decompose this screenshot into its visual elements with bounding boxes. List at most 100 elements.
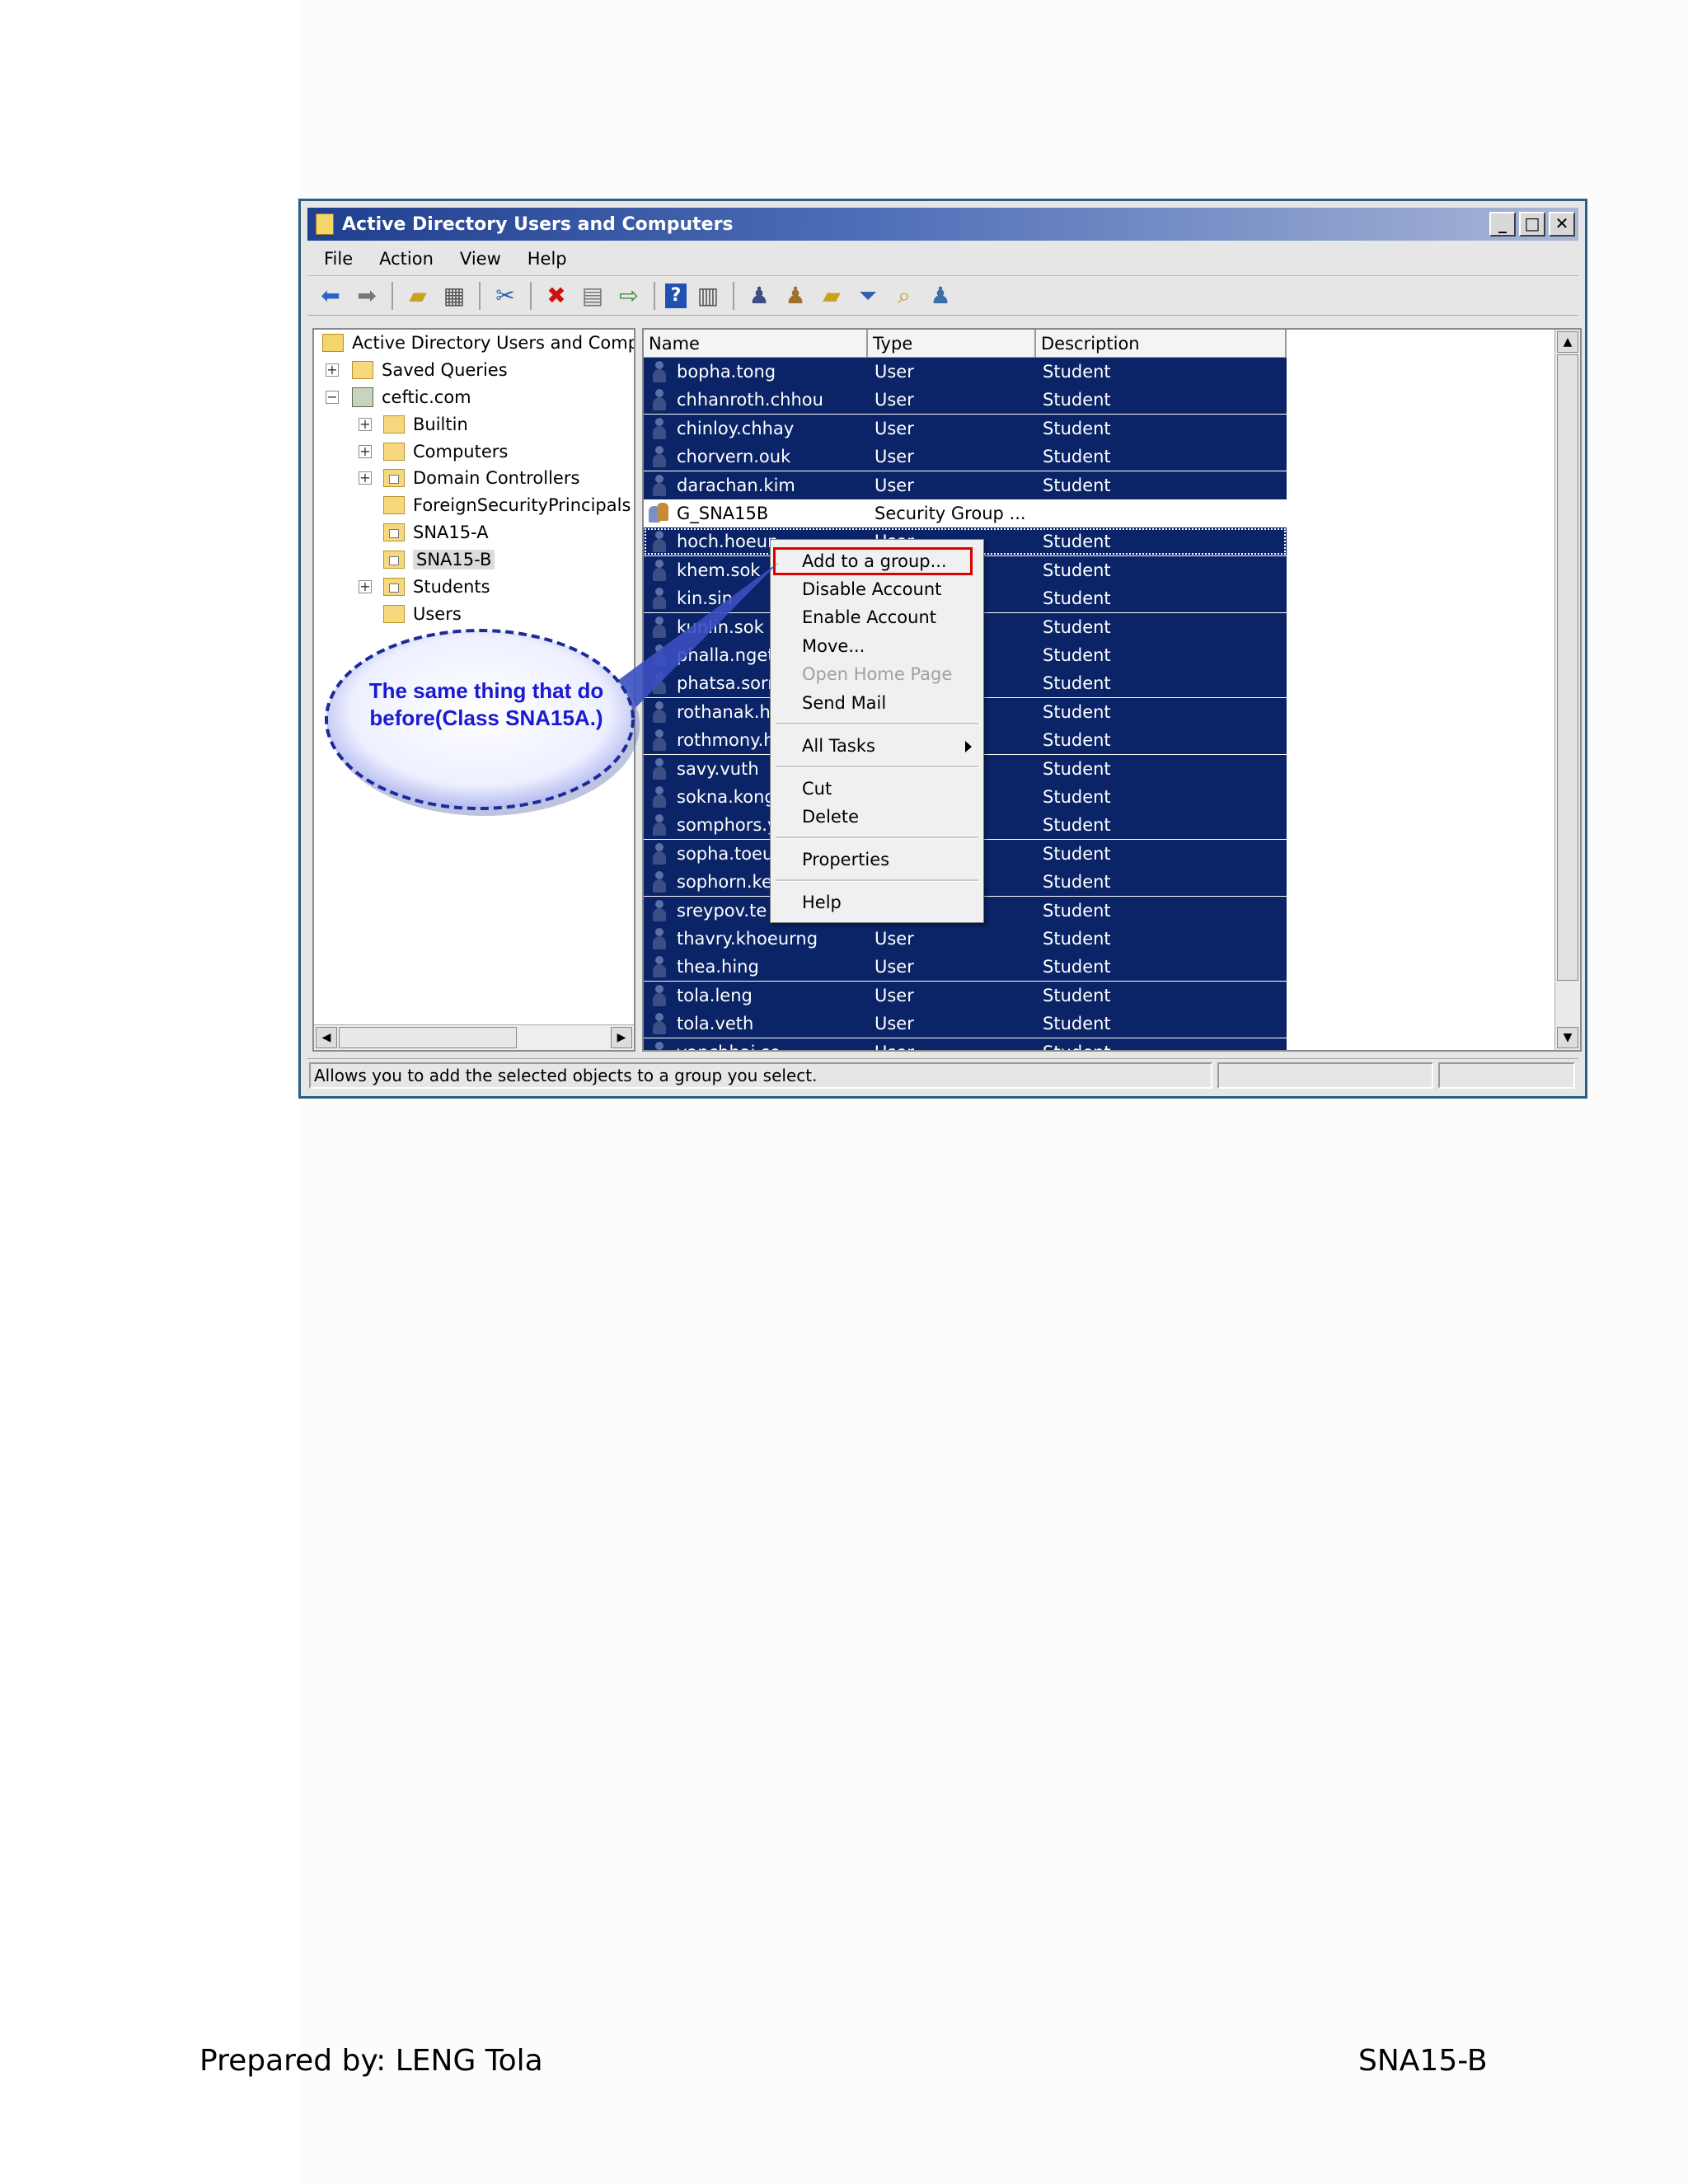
delete-icon[interactable]: ✖ <box>542 281 571 311</box>
menu-item-cut[interactable]: Cut <box>771 776 983 802</box>
scroll-thumb[interactable] <box>339 1027 517 1048</box>
list-row-user[interactable]: chhanroth.chhou User Student <box>644 386 1287 415</box>
maximize-button[interactable]: □ <box>1519 212 1545 237</box>
menu-item-disable-account[interactable]: Disable Account <box>771 576 983 602</box>
user-icon <box>652 417 667 439</box>
new-group-icon[interactable]: ♟ <box>781 281 810 311</box>
column-header-type[interactable]: Type <box>868 330 1036 358</box>
user-icon <box>652 928 667 949</box>
tree-item-label: Computers <box>413 442 509 462</box>
folder-icon <box>383 415 405 434</box>
column-header-description[interactable]: Description <box>1036 330 1287 358</box>
scroll-down-icon[interactable]: ▼ <box>1557 1027 1578 1048</box>
cut-icon[interactable]: ✂ <box>490 281 520 311</box>
list-row-user[interactable]: thea.hing User Student <box>644 953 1287 982</box>
scroll-thumb[interactable] <box>1557 354 1578 981</box>
tree-horizontal-scrollbar[interactable]: ◀ ▶ <box>314 1024 634 1050</box>
footer-prepared-by: Prepared by: LENG Tola <box>199 2044 543 2078</box>
title-bar[interactable]: Active Directory Users and Computers _ □… <box>307 208 1578 241</box>
menu-separator <box>776 766 978 768</box>
tree-root[interactable]: Active Directory Users and Comput <box>322 330 635 356</box>
close-button[interactable]: ✕ <box>1549 212 1575 237</box>
back-arrow-icon[interactable]: ⬅ <box>316 281 345 311</box>
menu-item-delete[interactable]: Delete <box>771 804 983 830</box>
tree-item-foreign-security-principals[interactable]: ForeignSecurityPrincipals <box>383 492 631 518</box>
menu-item-label: All Tasks <box>802 736 875 756</box>
list-row-user[interactable]: chorvern.ouk User Student <box>644 443 1287 471</box>
menu-item-move[interactable]: Move... <box>771 633 983 659</box>
new-ou-icon[interactable]: ▰ <box>817 281 846 311</box>
menu-view[interactable]: View <box>460 249 501 269</box>
toolbar-separator <box>530 282 532 310</box>
cell-name: G_SNA15B <box>677 504 769 523</box>
folder-icon <box>352 361 373 379</box>
expand-icon[interactable]: + <box>359 471 372 485</box>
menu-item-enable-account[interactable]: Enable Account <box>771 604 983 630</box>
menu-item-help[interactable]: Help <box>771 889 983 916</box>
list-row-user[interactable]: vanchhai.so User Student <box>644 1038 1287 1050</box>
new-user-icon[interactable]: ♟ <box>744 281 774 311</box>
scroll-left-icon[interactable]: ◀ <box>316 1027 337 1048</box>
filter-icon[interactable]: ⏷ <box>853 281 883 311</box>
list-row-user[interactable]: darachan.kim User Student <box>644 471 1287 499</box>
cell-description: Student <box>1043 900 1111 921</box>
export-list-icon[interactable]: ⇨ <box>614 281 644 311</box>
cell-name: vanchhai.so <box>677 1038 866 1050</box>
expand-icon[interactable]: + <box>359 445 372 458</box>
tree-item-sna15-a[interactable]: SNA15-A <box>383 519 489 546</box>
tree-item-domain[interactable]: ceftic.com <box>352 384 471 410</box>
user-icon <box>652 446 667 468</box>
expand-icon[interactable]: + <box>359 418 372 431</box>
list-row-user[interactable]: tola.veth User Student <box>644 1010 1287 1038</box>
menu-help[interactable]: Help <box>528 249 567 269</box>
list-row-user[interactable]: bopha.tong User Student <box>644 358 1287 386</box>
list-vertical-scrollbar[interactable]: ▲ ▼ <box>1554 330 1580 1050</box>
tree-item-label: ceftic.com <box>382 387 471 407</box>
minimize-button[interactable]: _ <box>1489 212 1516 237</box>
tree-item-builtin[interactable]: Builtin <box>383 411 468 438</box>
menu-item-all-tasks[interactable]: All Tasks <box>771 733 983 759</box>
tree-item-domain-controllers[interactable]: Domain Controllers <box>383 465 579 491</box>
menu-file[interactable]: File <box>324 249 353 269</box>
expand-icon[interactable]: + <box>326 363 339 377</box>
list-row-user[interactable]: thavry.khoeurng User Student <box>644 925 1287 953</box>
column-header-name[interactable]: Name <box>644 330 868 358</box>
menu-separator <box>776 723 978 725</box>
list-row-user[interactable]: tola.leng User Student <box>644 981 1287 1010</box>
properties-icon[interactable]: ▤ <box>578 281 607 311</box>
find-icon[interactable]: ⌕ <box>889 281 919 311</box>
cell-description: Student <box>1043 985 1111 1005</box>
menu-item-add-to-group[interactable]: Add to a group... <box>773 547 973 575</box>
menu-item-send-mail[interactable]: Send Mail <box>771 690 983 716</box>
menu-action[interactable]: Action <box>379 249 434 269</box>
cell-name: darachan.kim <box>677 475 795 495</box>
forward-arrow-icon[interactable]: ➡ <box>352 281 382 311</box>
tree-root-label: Active Directory Users and Comput <box>352 333 635 353</box>
menu-separator <box>776 879 978 882</box>
user-icon <box>652 531 667 553</box>
menu-item-properties[interactable]: Properties <box>771 846 983 873</box>
cell-description: Student <box>1043 787 1111 807</box>
help-icon[interactable]: ? <box>665 284 687 308</box>
cell-type: User <box>874 1014 914 1034</box>
show-hide-action-pane-icon[interactable]: ▥ <box>693 281 723 311</box>
collapse-icon[interactable]: − <box>326 391 339 404</box>
scroll-right-icon[interactable]: ▶ <box>611 1027 632 1048</box>
submenu-arrow-icon <box>965 741 972 752</box>
cell-type: User <box>874 362 914 382</box>
group-icon <box>649 503 670 524</box>
up-folder-icon[interactable]: ▰ <box>403 281 433 311</box>
show-console-tree-icon[interactable]: ▦ <box>439 281 469 311</box>
cell-name: chinloy.chhay <box>677 418 795 438</box>
toolbar-separator <box>392 282 393 310</box>
scroll-up-icon[interactable]: ▲ <box>1557 331 1578 353</box>
list-row-group[interactable]: G_SNA15B Security Group ... <box>644 499 1287 527</box>
status-bar: Allows you to add the selected objects t… <box>307 1058 1578 1092</box>
list-row-user[interactable]: chinloy.chhay User Student <box>644 414 1287 443</box>
toolbar-separator <box>479 282 481 310</box>
tree-item-saved-queries[interactable]: Saved Queries <box>352 357 508 383</box>
aduc-app-icon <box>316 213 334 235</box>
user-icon <box>652 1041 667 1050</box>
add-to-group-icon[interactable]: ♟ <box>926 281 955 311</box>
tree-item-computers[interactable]: Computers <box>383 438 508 465</box>
